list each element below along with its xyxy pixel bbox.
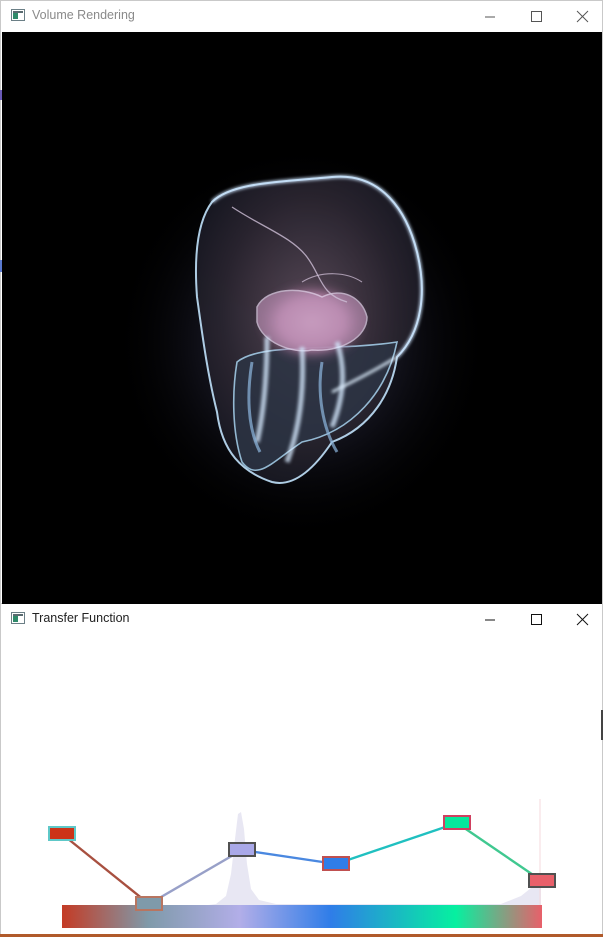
close-button[interactable] (559, 604, 603, 634)
app-window-icon (11, 612, 25, 624)
transfer-function-titlebar[interactable]: Transfer Function (1, 604, 602, 634)
window-title: Volume Rendering (32, 8, 135, 22)
minimize-button[interactable] (467, 604, 513, 634)
close-icon (576, 10, 589, 23)
control-point[interactable] (135, 896, 163, 911)
transfer-function-window: Transfer Function (0, 604, 603, 937)
color-gradient-bar (62, 905, 542, 928)
volume-rendering-window: Volume Rendering (0, 0, 603, 604)
control-point[interactable] (48, 826, 76, 841)
control-point[interactable] (528, 873, 556, 888)
maximize-icon (531, 11, 542, 22)
histogram (201, 812, 541, 906)
window-title: Transfer Function (32, 611, 130, 625)
render-viewport[interactable] (2, 32, 602, 604)
minimize-button[interactable] (467, 1, 513, 31)
control-point[interactable] (322, 856, 350, 871)
maximize-button[interactable] (513, 1, 559, 31)
transfer-function-editor[interactable] (1, 634, 602, 937)
maximize-icon (531, 614, 542, 625)
background-window-edge (0, 260, 2, 272)
transfer-curve (61, 821, 543, 906)
close-button[interactable] (559, 1, 603, 31)
maximize-button[interactable] (513, 604, 559, 634)
minimize-icon (485, 16, 495, 18)
close-icon (576, 613, 589, 626)
volume-render-image (112, 142, 492, 542)
app-window-icon (11, 9, 25, 21)
background-window-edge (0, 90, 2, 100)
control-point[interactable] (228, 842, 256, 857)
control-point[interactable] (443, 815, 471, 830)
volume-rendering-titlebar[interactable]: Volume Rendering (1, 1, 602, 31)
minimize-icon (485, 619, 495, 621)
